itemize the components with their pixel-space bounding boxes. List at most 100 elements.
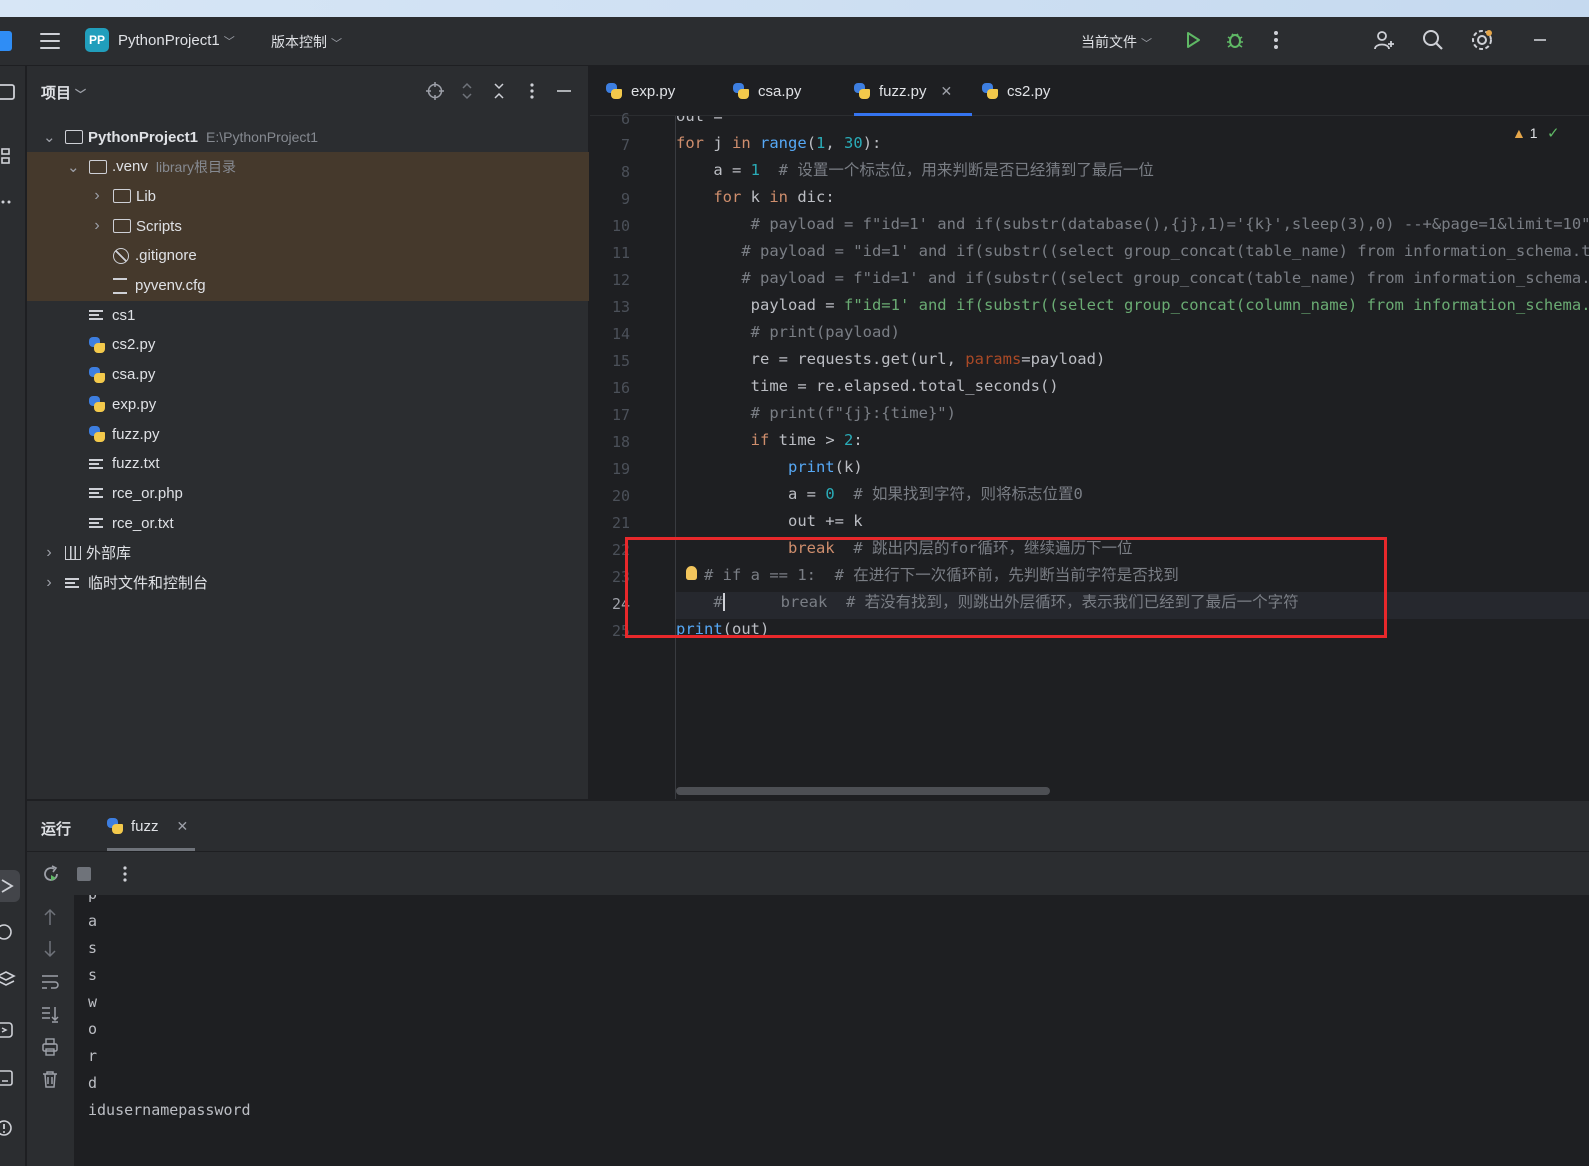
- tree-item-exp-py[interactable]: exp.py: [27, 389, 589, 419]
- chevron-right-icon[interactable]: ›: [43, 544, 55, 562]
- output-line: r: [88, 1047, 98, 1065]
- code-line: time = re.elapsed.total_seconds(): [676, 377, 1059, 395]
- search-icon[interactable]: [1420, 27, 1446, 53]
- tree-item-label: Lib: [136, 187, 157, 205]
- tree-item-gitignore[interactable]: .gitignore: [27, 240, 589, 271]
- hide-panel-icon[interactable]: [553, 80, 575, 102]
- run-icon[interactable]: [1180, 27, 1206, 53]
- checkmark-icon: ✓: [1547, 125, 1560, 142]
- line-number: 16: [611, 379, 630, 397]
- close-tab-icon[interactable]: ✕: [177, 818, 189, 835]
- tab-csa-py[interactable]: csa.py: [733, 66, 801, 116]
- tree-item-csa-py[interactable]: csa.py: [27, 360, 589, 390]
- tree-item-fuzz-txt[interactable]: fuzz.txt: [27, 449, 589, 479]
- tree-item-pyvenv-cfg[interactable]: pyvenv.cfg: [27, 270, 589, 301]
- locate-file-icon[interactable]: [424, 80, 446, 102]
- tree-item-fuzz-py[interactable]: fuzz.py: [27, 419, 589, 449]
- chevron-right-icon[interactable]: ›: [91, 187, 103, 205]
- project-tool-icon[interactable]: [0, 82, 20, 104]
- code-line: for k in dic:: [713, 188, 835, 206]
- stop-icon[interactable]: [74, 864, 94, 884]
- project-panel-header: 项目 ﹀: [27, 66, 589, 116]
- run-toolbar: [27, 851, 1589, 895]
- scroll-up-icon[interactable]: [40, 907, 60, 927]
- main-menu-icon[interactable]: [36, 27, 64, 55]
- tree-item-[interactable]: › 临时文件和控制台: [27, 568, 589, 598]
- text-file-icon: [89, 488, 103, 499]
- tab-label: exp.py: [631, 82, 676, 100]
- python-file-icon: [733, 83, 749, 99]
- line-number: 9: [620, 190, 630, 208]
- code-line: if time > 2:: [750, 431, 863, 449]
- vcs-menu[interactable]: 版本控制 ﹀: [271, 32, 342, 52]
- run-tool-icon[interactable]: [0, 870, 20, 902]
- project-view-selector[interactable]: 项目 ﹀: [41, 82, 86, 103]
- problems-icon[interactable]: [0, 1118, 20, 1140]
- run-options-icon[interactable]: [115, 864, 135, 884]
- python-file-icon: [89, 426, 105, 442]
- chevron-down-icon[interactable]: ⌄: [67, 158, 80, 176]
- run-config-selector[interactable]: 当前文件 ﹀: [1081, 32, 1152, 52]
- minimize-window-icon[interactable]: [1527, 27, 1553, 53]
- print-icon[interactable]: [40, 1037, 60, 1057]
- python-file-icon: [107, 818, 123, 834]
- config-file-icon: [113, 277, 127, 294]
- code-area[interactable]: out = '' for j in range(1, 30): a = 1 # …: [675, 116, 1589, 799]
- python-console-icon[interactable]: [0, 922, 20, 944]
- python-packages-icon[interactable]: [0, 970, 20, 992]
- tree-item-label: pyvenv.cfg: [135, 277, 206, 294]
- inspection-widget[interactable]: ▲ 1: [1512, 125, 1538, 141]
- run-tab-fuzz[interactable]: fuzz ✕: [107, 801, 195, 851]
- tree-item-label: PythonProject1: [88, 128, 199, 146]
- rerun-icon[interactable]: [41, 864, 61, 884]
- terminal-icon[interactable]: [0, 1068, 20, 1090]
- close-tab-icon[interactable]: ✕: [941, 83, 953, 100]
- expand-all-icon[interactable]: [456, 80, 478, 102]
- tree-item-rce-or-txt[interactable]: rce_or.txt: [27, 508, 589, 538]
- code-line: # print(payload): [750, 323, 900, 341]
- chevron-down-icon[interactable]: ⌄: [43, 128, 56, 146]
- scroll-down-icon[interactable]: [40, 939, 60, 959]
- line-number: 14: [611, 325, 630, 343]
- add-user-icon[interactable]: [1371, 27, 1397, 53]
- trash-icon[interactable]: [40, 1069, 60, 1089]
- tree-item-venv[interactable]: ⌄ .venv library根目录: [27, 151, 589, 182]
- more-actions-icon[interactable]: [1263, 27, 1289, 53]
- output-line: s: [88, 939, 98, 957]
- collapse-all-icon[interactable]: [488, 80, 510, 102]
- project-switcher[interactable]: PythonProject1 ﹀: [118, 32, 235, 49]
- tab-cs2-py[interactable]: cs2.py: [982, 66, 1050, 116]
- tree-item-scripts[interactable]: › Scripts: [27, 211, 589, 242]
- tree-item-[interactable]: › 外部库: [27, 538, 589, 568]
- tree-item-rce-or-php[interactable]: rce_or.php: [27, 478, 589, 508]
- chevron-down-icon: ﹀: [223, 36, 235, 48]
- line-number: 8: [620, 163, 630, 181]
- tree-item-pythonproject1[interactable]: ⌄ PythonProject1 E:\PythonProject1: [27, 122, 589, 152]
- chevron-right-icon[interactable]: ›: [91, 217, 103, 235]
- services-icon[interactable]: [0, 1020, 20, 1042]
- chevron-right-icon[interactable]: ›: [43, 574, 55, 592]
- tree-item-lib[interactable]: › Lib: [27, 181, 589, 212]
- folder-icon: [113, 189, 131, 204]
- horizontal-scrollbar[interactable]: [676, 787, 1050, 795]
- run-output-console[interactable]: p a s s w o r d idusernamepassword: [74, 895, 1589, 1166]
- tab-fuzz-py[interactable]: fuzz.py ✕: [854, 66, 973, 116]
- soft-wrap-icon[interactable]: [40, 972, 60, 992]
- tree-item-cs2-py[interactable]: cs2.py: [27, 330, 589, 360]
- panel-options-icon[interactable]: [521, 80, 543, 102]
- tree-item-cs1[interactable]: cs1: [27, 300, 589, 330]
- structure-tool-icon[interactable]: [0, 146, 20, 168]
- output-line: w: [88, 993, 98, 1011]
- line-number: 20: [611, 487, 630, 505]
- tree-item-label: cs1: [112, 306, 136, 324]
- debug-icon[interactable]: [1222, 27, 1248, 53]
- tab-exp-py[interactable]: exp.py: [606, 66, 675, 116]
- tree-item-label: csa.py: [112, 366, 156, 384]
- more-tools-icon[interactable]: [0, 192, 20, 214]
- settings-gear-icon[interactable]: [1469, 27, 1495, 53]
- code-line: print(k): [787, 458, 863, 476]
- output-line: o: [88, 1020, 98, 1038]
- scroll-to-end-icon[interactable]: [40, 1004, 60, 1024]
- line-number: 22: [611, 541, 630, 559]
- code-line: # payload = f"id=1' and if(substr(databa…: [750, 215, 1589, 233]
